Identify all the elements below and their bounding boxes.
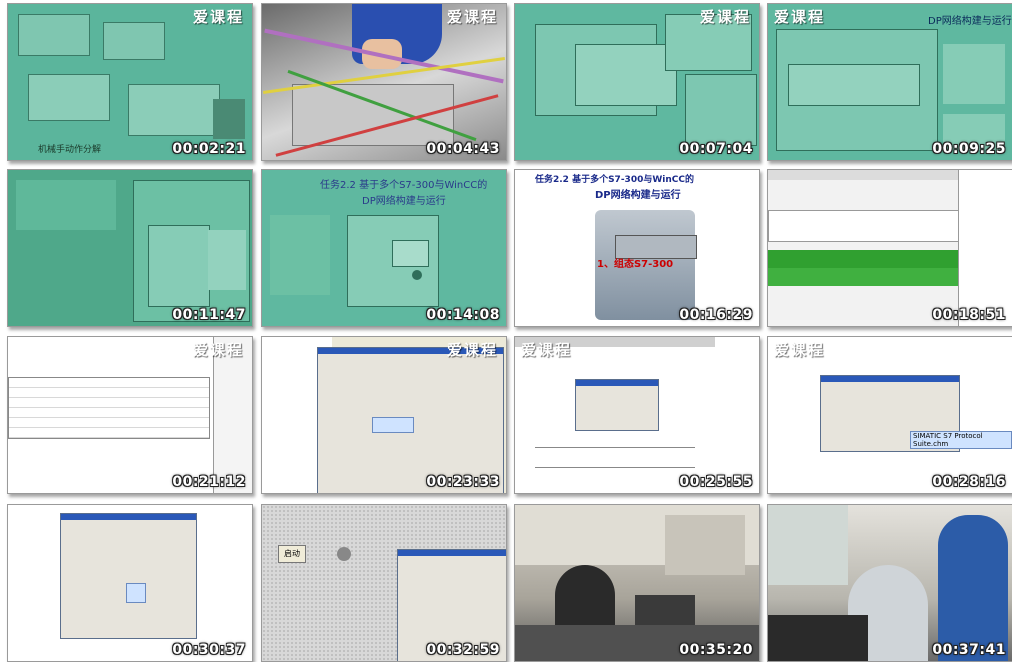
watermark-logo: 爱课程 (521, 341, 573, 359)
video-thumbnail-3[interactable]: 爱课程 00:07:04 (514, 3, 760, 161)
scene-software-screen: DP网络构建与运行 (768, 4, 1012, 160)
video-thumbnail-6[interactable]: 任务2.2 基于多个S7-300与WinCC的 DP网络构建与运行 00:14:… (261, 169, 507, 327)
video-thumbnail-13[interactable]: 00:30:37 (7, 504, 253, 662)
video-thumbnail-4[interactable]: DP网络构建与运行 爱课程 00:09:25 (767, 3, 1012, 161)
timestamp: 00:09:25 (932, 141, 1006, 157)
timestamp: 00:02:21 (172, 141, 246, 157)
watermark-logo: 爱课程 (446, 8, 498, 26)
timestamp: 00:04:43 (426, 141, 500, 157)
video-thumbnail-15[interactable]: 00:35:20 (514, 504, 760, 662)
timestamp: 00:30:37 (172, 642, 246, 658)
video-thumbnail-2[interactable]: 爱课程 00:04:43 (261, 3, 507, 161)
start-button: 启动 (278, 545, 306, 563)
scene-hw-config-table (8, 337, 252, 493)
video-thumbnail-1[interactable]: 机械手动作分解 爱课程 00:02:21 (7, 3, 253, 161)
dialog-selected-item: SIMATIC S7 Protocol Suite.chm (910, 431, 1012, 449)
timestamp: 00:28:16 (932, 474, 1006, 490)
scene-wiring-photo (262, 4, 506, 160)
scene-help-dialog: SIMATIC S7 Protocol Suite.chm (768, 337, 1012, 493)
scene-lab-photo (768, 505, 1012, 661)
timestamp: 00:11:47 (172, 307, 246, 323)
timestamp: 00:07:04 (679, 141, 753, 157)
timestamp: 00:37:41 (932, 642, 1006, 658)
scene-slide-hardware: 任务2.2 基于多个S7-300与WinCC的 DP网络构建与运行 1、组态S7… (515, 170, 759, 326)
scene-properties-dialog (262, 337, 506, 493)
video-thumbnail-8[interactable]: 00:18:51 (767, 169, 1012, 327)
slide-title: 任务2.2 基于多个S7-300与WinCC的 (320, 180, 488, 191)
timestamp: 00:16:29 (679, 307, 753, 323)
scene-screen-diagram: 机械手动作分解 (8, 4, 252, 160)
video-thumbnail-7[interactable]: 任务2.2 基于多个S7-300与WinCC的 DP网络构建与运行 1、组态S7… (514, 169, 760, 327)
slide-label: 1、组态S7-300 (597, 259, 674, 270)
video-thumbnail-9[interactable]: 爱课程 00:21:12 (7, 336, 253, 494)
watermark-logo: 爱课程 (192, 341, 244, 359)
video-thumbnail-11[interactable]: 爱课程 00:25:55 (514, 336, 760, 494)
timestamp: 00:25:55 (679, 474, 753, 490)
scene-slide: 任务2.2 基于多个S7-300与WinCC的 DP网络构建与运行 (262, 170, 506, 326)
watermark-logo: 爱课程 (699, 8, 751, 26)
video-thumbnail-10[interactable]: 爱课程 00:23:33 (261, 336, 507, 494)
slide-title: DP网络构建与运行 (928, 16, 1012, 27)
watermark-logo: 爱课程 (774, 8, 826, 26)
video-thumbnail-14[interactable]: 启动 00:32:59 (261, 504, 507, 662)
timestamp: 00:14:08 (426, 307, 500, 323)
slide-title: 任务2.2 基于多个S7-300与WinCC的 (535, 175, 694, 185)
scene-wincc-graphics: 启动 (262, 505, 506, 661)
timestamp: 00:32:59 (426, 642, 500, 658)
thumbnail-grid: 机械手动作分解 爱课程 00:02:21 爱课程 00:04:43 爱课程 00… (0, 0, 1012, 662)
thumbnail-caption: 机械手动作分解 (38, 145, 102, 155)
video-thumbnail-5[interactable]: 00:11:47 (7, 169, 253, 327)
scene-software-screen (515, 4, 759, 160)
scene-hw-config (768, 170, 1012, 326)
timestamp: 00:23:33 (426, 474, 500, 490)
slide-subtitle: DP网络构建与运行 (595, 190, 681, 201)
scene-ladder-editor (515, 337, 759, 493)
scene-software-screen (8, 170, 252, 326)
video-thumbnail-16[interactable]: 00:37:41 (767, 504, 1012, 662)
timestamp: 00:35:20 (679, 642, 753, 658)
watermark-logo: 爱课程 (774, 341, 826, 359)
slide-subtitle: DP网络构建与运行 (362, 196, 446, 207)
scene-settings-dialog (8, 505, 252, 661)
watermark-logo: 爱课程 (192, 8, 244, 26)
timestamp: 00:18:51 (932, 307, 1006, 323)
timestamp: 00:21:12 (172, 474, 246, 490)
video-thumbnail-12[interactable]: SIMATIC S7 Protocol Suite.chm 爱课程 00:28:… (767, 336, 1012, 494)
scene-lab-photo (515, 505, 759, 661)
watermark-logo: 爱课程 (446, 341, 498, 359)
